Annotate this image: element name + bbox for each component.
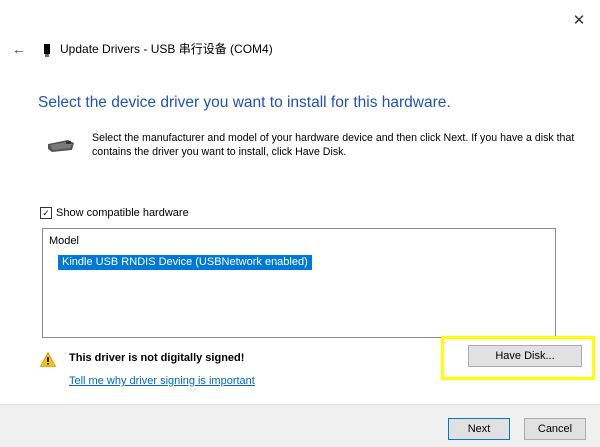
next-button[interactable]: Next [448, 418, 510, 440]
warning-icon [40, 352, 56, 367]
page-heading: Select the device driver you want to ins… [38, 94, 451, 111]
usb-device-icon [44, 44, 50, 57]
instructions-text: Select the manufacturer and model of you… [92, 132, 575, 158]
back-button[interactable]: ← [10, 40, 28, 58]
close-icon: ✕ [572, 12, 586, 29]
back-arrow-icon: ← [12, 41, 26, 57]
model-list[interactable]: Model Kindle USB RNDIS Device (USBNetwor… [42, 228, 556, 338]
have-disk-button[interactable]: Have Disk... [468, 345, 582, 367]
driver-signing-link[interactable]: Tell me why driver signing is important [69, 375, 255, 387]
cancel-button[interactable]: Cancel [524, 418, 586, 440]
hardware-driver-icon [48, 140, 74, 152]
checkbox-box[interactable]: ✓ [40, 207, 52, 219]
dialog-footer [0, 404, 600, 447]
unsigned-driver-warning: This driver is not digitally signed! [69, 352, 245, 364]
show-compatible-checkbox[interactable]: ✓ Show compatible hardware [40, 206, 189, 220]
model-column-header: Model [49, 235, 79, 247]
model-list-item[interactable]: Kindle USB RNDIS Device (USBNetwork enab… [58, 255, 312, 270]
close-button[interactable]: ✕ [566, 8, 592, 32]
show-compatible-label: Show compatible hardware [56, 207, 189, 219]
window-title: Update Drivers - USB 串行设备 (COM4) [60, 42, 273, 56]
checkmark-icon: ✓ [42, 208, 50, 218]
